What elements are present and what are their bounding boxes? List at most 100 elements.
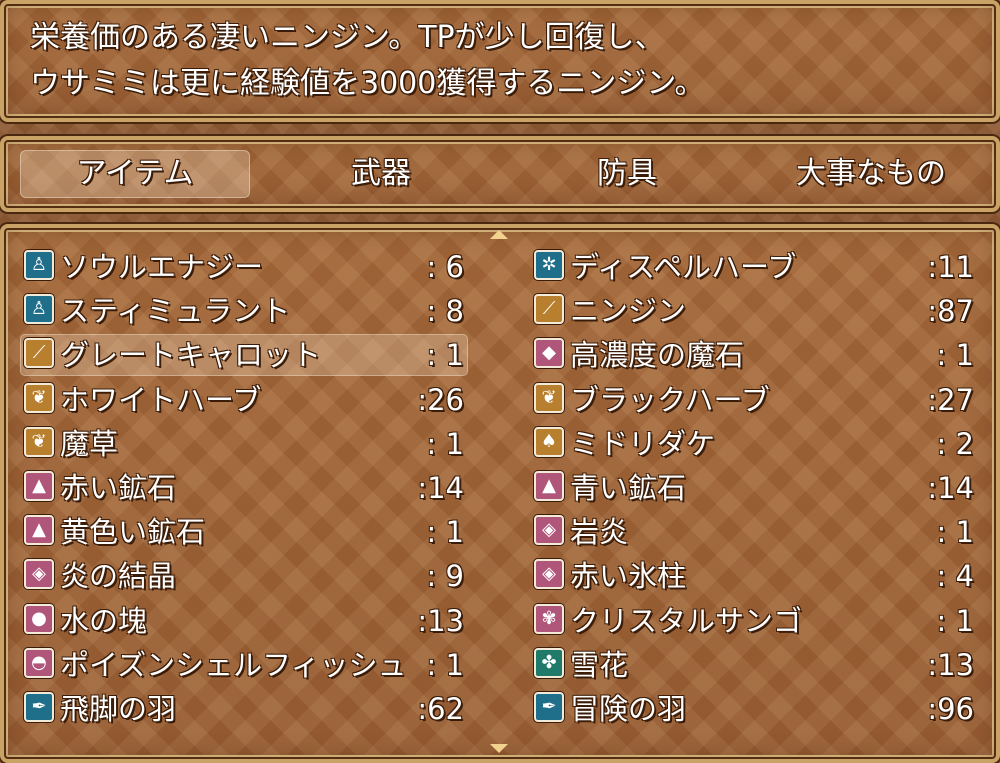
item-name: ポイズンシェルフィッシュ (60, 647, 407, 682)
carrot-icon: ⟋ (534, 294, 564, 325)
item-count: : 1 (936, 603, 974, 638)
carrot-icon: ⟋ (24, 338, 54, 369)
item-row[interactable]: ✲ ディスペルハーブ :11 (530, 246, 978, 288)
mushroom-icon: ♠ (534, 426, 564, 457)
tab-weapons[interactable]: 武器 (266, 150, 496, 198)
item-row[interactable]: ✾ クリスタルサンゴ : 1 (530, 600, 978, 642)
crystal-icon: ◆ (534, 338, 564, 369)
item-row[interactable]: ✒ 飛脚の羽 :62 (20, 688, 468, 730)
item-count: : 1 (936, 515, 974, 550)
item-count: :27 (927, 382, 974, 417)
rock-icon: ◈ (24, 559, 54, 590)
item-count: :14 (417, 471, 464, 505)
item-list-window: ♙ ソウルエナジー: 6 ✲ ディスペルハーブ:11 ♙ スティミュラント: 8 ⟋ ニンジン… (0, 224, 1000, 763)
item-name: 黄色い鉱石 (60, 515, 206, 550)
help-text-line-2: ウサミミは更に経験値を3000獲得するニンジン。 (30, 66, 705, 101)
item-name: 青い鉱石 (570, 471, 687, 505)
item-row[interactable]: ▲ 赤い鉱石 :14 (20, 467, 468, 509)
herb-icon: ❦ (534, 382, 564, 413)
item-name: ディスペルハーブ (570, 250, 797, 284)
item-name: 飛脚の羽 (60, 692, 177, 726)
item-row[interactable]: ▲ 青い鉱石 :14 (530, 467, 978, 509)
item-count: :11 (927, 250, 974, 284)
item-row[interactable]: ♙ ソウルエナジー : 6 (20, 246, 468, 288)
item-row[interactable]: ● 水の塊 :13 (20, 600, 468, 642)
item-row[interactable]: ♠ ミドリダケ : 2 (530, 423, 978, 465)
palm-icon: ✲ (534, 250, 564, 280)
orb-icon: ● (24, 603, 54, 634)
item-name: 炎の結晶 (60, 559, 177, 594)
item-name: 赤い氷柱 (570, 559, 687, 594)
shell-icon: ◓ (24, 647, 54, 678)
item-row[interactable]: ✒ 冒険の羽 :96 (530, 688, 978, 730)
help-text-line-1: 栄養価のある凄いニンジン。TPが少し回復し、 (30, 20, 665, 55)
person-icon: ♙ (24, 294, 54, 325)
item-name: グレートキャロット (60, 338, 322, 373)
rock-icon: ◈ (534, 515, 564, 546)
coral-icon: ✾ (534, 603, 564, 634)
rock-icon: ◈ (534, 559, 564, 590)
item-row[interactable]: ◈ 赤い氷柱 : 4 (530, 555, 978, 597)
item-name: 水の塊 (60, 603, 148, 638)
ore-icon: ▲ (24, 471, 54, 501)
item-count: :26 (417, 382, 464, 417)
item-count: :87 (927, 294, 974, 329)
tab-items[interactable]: アイテム (20, 150, 250, 198)
item-count: : 8 (426, 294, 464, 329)
tab-key-items[interactable]: 大事なもの (756, 150, 986, 198)
item-row[interactable]: ✤ 雪花 :13 (530, 644, 978, 686)
item-count: : 2 (936, 426, 974, 461)
item-name: 岩炎 (570, 515, 629, 550)
item-count: : 1 (426, 338, 464, 373)
item-count: :96 (927, 692, 974, 726)
item-count: : 1 (426, 647, 464, 682)
item-row[interactable]: ♙ スティミュラント : 8 (20, 290, 468, 332)
item-row[interactable]: ◈ 岩炎 : 1 (530, 511, 978, 553)
scroll-down-arrow-icon[interactable] (490, 744, 508, 753)
item-count: : 1 (936, 338, 974, 373)
ore-icon: ▲ (24, 515, 54, 546)
herb-icon: ❦ (24, 426, 54, 457)
category-window: アイテム 武器 防具 大事なもの (0, 136, 1000, 212)
item-name: ホワイトハーブ (60, 382, 262, 417)
item-name: クリスタルサンゴ (570, 603, 803, 638)
item-row[interactable]: ◈ 炎の結晶 : 9 (20, 555, 468, 597)
item-count: : 1 (426, 515, 464, 550)
item-row[interactable]: ❦ ホワイトハーブ :26 (20, 379, 468, 421)
ore-icon: ▲ (534, 471, 564, 501)
item-count: :13 (927, 647, 974, 682)
feather-icon: ✒ (24, 692, 54, 722)
item-row[interactable]: ⟋ グレートキャロット : 1 (20, 334, 468, 377)
item-count: : 1 (426, 426, 464, 461)
tab-armor[interactable]: 防具 (512, 150, 742, 198)
item-name: 冒険の羽 (570, 692, 687, 726)
item-row[interactable]: ◓ ポイズンシェルフィッシュ : 1 (20, 644, 468, 686)
scroll-up-arrow-icon[interactable] (490, 230, 508, 239)
herb-icon: ❦ (24, 382, 54, 413)
item-row[interactable]: ◆ 高濃度の魔石 : 1 (530, 334, 978, 376)
item-row[interactable]: ▲ 黄色い鉱石 : 1 (20, 511, 468, 553)
help-window: 栄養価のある凄いニンジン。TPが少し回復し、 ウサミミは更に経験値を3000獲得… (0, 0, 1000, 122)
item-name: ニンジン (570, 294, 687, 329)
feather-icon: ✒ (534, 692, 564, 722)
item-row[interactable]: ❦ ブラックハーブ :27 (530, 379, 978, 421)
item-count: : 4 (936, 559, 974, 594)
item-count: :14 (927, 471, 974, 505)
item-count: : 6 (426, 250, 464, 284)
item-count: :62 (417, 692, 464, 726)
item-name: スティミュラント (60, 294, 291, 329)
item-row[interactable]: ❦ 魔草 : 1 (20, 423, 468, 465)
item-name: 雪花 (570, 647, 629, 682)
item-name: 赤い鉱石 (60, 471, 177, 505)
item-name: 魔草 (60, 426, 119, 461)
item-name: 高濃度の魔石 (570, 338, 745, 373)
item-count: :13 (417, 603, 464, 638)
item-name: ミドリダケ (570, 426, 716, 461)
game-screen: 栄養価のある凄いニンジン。TPが少し回復し、 ウサミミは更に経験値を3000獲得… (0, 0, 1000, 763)
item-name: ブラックハーブ (570, 382, 770, 417)
item-count: : 9 (426, 559, 464, 594)
item-row[interactable]: ⟋ ニンジン :87 (530, 290, 978, 332)
clover-icon: ✤ (534, 647, 564, 678)
person-icon: ♙ (24, 250, 54, 280)
item-name: ソウルエナジー (60, 250, 264, 284)
